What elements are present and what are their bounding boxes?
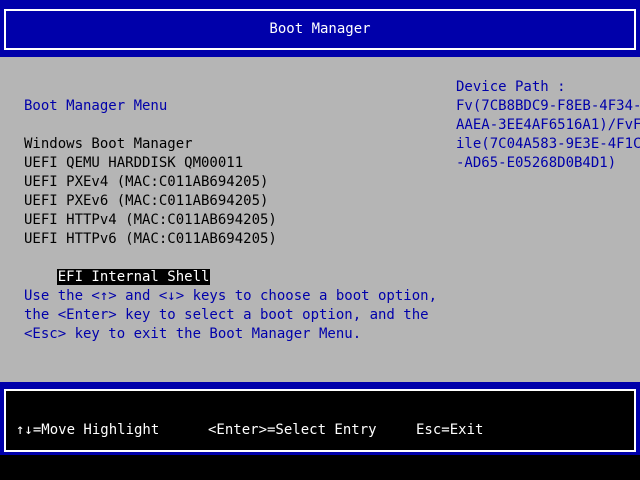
footer-select-hint: <Enter>=Select Entry: [208, 422, 377, 438]
boot-option-pxev6[interactable]: UEFI PXEv6 (MAC:C011AB694205): [24, 192, 268, 211]
device-path-label: Device Path :: [456, 79, 566, 95]
boot-option-httpv6[interactable]: UEFI HTTPv6 (MAC:C011AB694205): [24, 230, 277, 249]
boot-manager-panel: Boot Manager Menu Windows Boot Manager U…: [0, 57, 640, 382]
footer-exit-hint: Esc=Exit: [416, 422, 484, 438]
device-path-line-3: ile(7C04A583-9E3E-4F1C: [456, 136, 640, 152]
boot-option-httpv4[interactable]: UEFI HTTPv4 (MAC:C011AB694205): [24, 211, 277, 230]
footer-frame: ↑↓=Move Highlight <Enter>=Select Entry E…: [4, 389, 636, 452]
header-bar: Boot Manager: [0, 0, 640, 57]
device-path-line-2: AAEA-3EE4AF6516A1)/FvF: [456, 117, 640, 133]
boot-option-pxev4[interactable]: UEFI PXEv4 (MAC:C011AB694205): [24, 173, 268, 192]
boot-option-windows[interactable]: Windows Boot Manager: [24, 135, 193, 154]
header-frame: Boot Manager: [4, 9, 636, 50]
help-text-line-3: <Esc> key to exit the Boot Manager Menu.: [24, 326, 362, 342]
selected-highlight: EFI Internal Shell: [56, 269, 211, 285]
device-path-line-1: Fv(7CB8BDC9-F8EB-4F34-: [456, 98, 640, 114]
help-text-line-1: Use the <↑> and <↓> keys to choose a boo…: [24, 288, 438, 304]
footer-bar: ↑↓=Move Highlight <Enter>=Select Entry E…: [0, 382, 640, 455]
help-text-line-2: the <Enter> key to select a boot option,…: [24, 307, 429, 323]
menu-title: Boot Manager Menu: [24, 98, 168, 114]
device-path-line-4: -AD65-E05268D0B4D1): [456, 155, 617, 171]
boot-option-efi-shell[interactable]: EFI Internal Shell: [23, 249, 211, 285]
footer-move-hint: ↑↓=Move Highlight: [16, 422, 160, 438]
boot-option-qemu-harddisk[interactable]: UEFI QEMU HARDDISK QM00011: [24, 154, 243, 173]
page-title: Boot Manager: [269, 21, 371, 37]
